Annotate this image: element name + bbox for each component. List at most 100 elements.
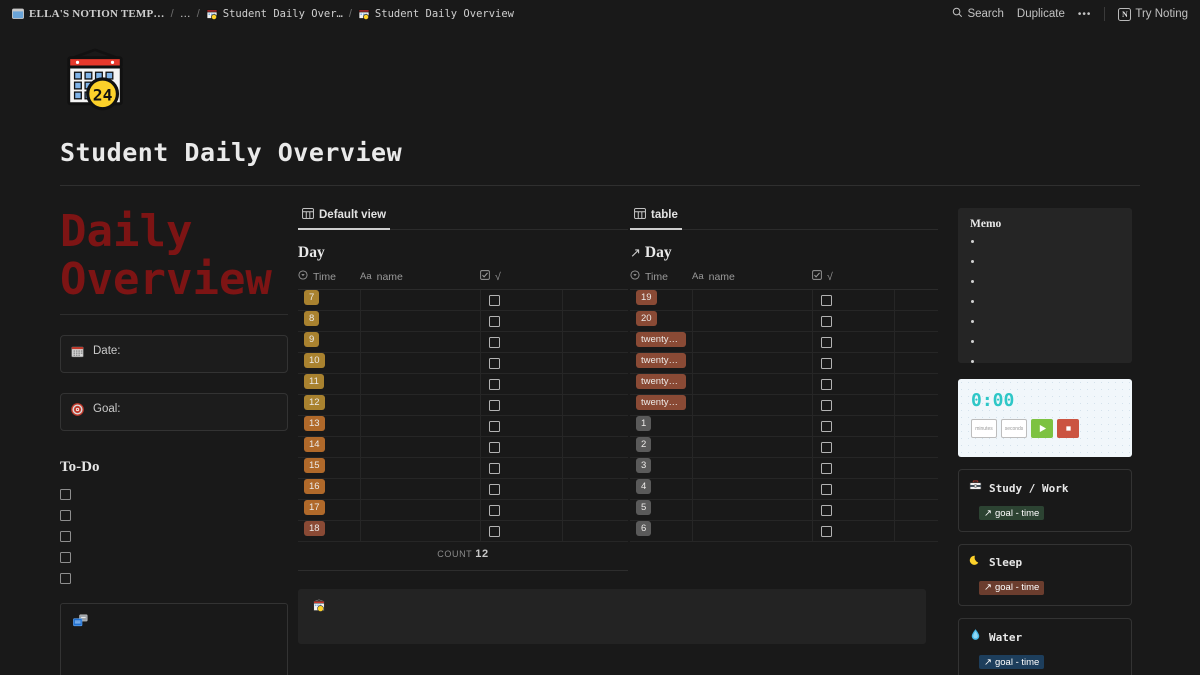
timer-stop-button[interactable] xyxy=(1057,419,1079,438)
cell-name[interactable] xyxy=(692,373,813,395)
cell-time[interactable]: 17 xyxy=(298,499,361,521)
checkbox-icon[interactable] xyxy=(488,420,500,432)
timer-seconds-input[interactable]: seconds xyxy=(1001,419,1027,438)
cell-check[interactable] xyxy=(480,352,563,374)
cell-name[interactable] xyxy=(360,520,481,542)
table-row[interactable]: 10 xyxy=(298,352,628,374)
breadcrumb-item-parent-page[interactable]: Student Daily Over… xyxy=(206,8,343,20)
duplicate-button[interactable]: Duplicate xyxy=(1017,8,1065,20)
cell-time[interactable]: 4 xyxy=(630,478,693,500)
table-row[interactable]: 9 xyxy=(298,331,628,353)
cell-empty[interactable] xyxy=(894,520,938,542)
cell-name[interactable] xyxy=(360,310,481,332)
table-row[interactable]: 13 xyxy=(298,415,628,437)
cell-empty[interactable] xyxy=(894,289,938,311)
table-row[interactable]: 11 xyxy=(298,373,628,395)
column-header-name[interactable]: Aa name xyxy=(692,267,812,290)
memo-bullet[interactable] xyxy=(984,316,1120,336)
table-row[interactable]: 3 xyxy=(630,457,938,479)
checkbox-icon[interactable] xyxy=(820,525,832,537)
column-header-time[interactable]: Time xyxy=(630,267,692,290)
table-row[interactable]: 5 xyxy=(630,499,938,521)
table-row[interactable]: 1 xyxy=(630,415,938,437)
cell-time[interactable]: twenty one xyxy=(630,331,693,353)
cell-time[interactable]: twenty two xyxy=(630,352,693,374)
goal-callout[interactable]: Goal: xyxy=(60,393,288,431)
cell-time[interactable]: 3 xyxy=(630,457,693,479)
cell-empty[interactable] xyxy=(562,499,628,521)
table-row[interactable]: 8 xyxy=(298,310,628,332)
cell-empty[interactable] xyxy=(894,310,938,332)
database-title[interactable]: Day xyxy=(298,244,628,262)
cell-empty[interactable] xyxy=(894,478,938,500)
cell-name[interactable] xyxy=(692,289,813,311)
todo-item[interactable] xyxy=(60,484,288,505)
checkbox-icon[interactable] xyxy=(60,489,71,500)
cell-name[interactable] xyxy=(692,394,813,416)
table-row[interactable]: twenty th… xyxy=(630,373,938,395)
try-noting-button[interactable]: N Try Noting xyxy=(1118,7,1188,21)
cell-check[interactable] xyxy=(812,331,895,353)
checkbox-icon[interactable] xyxy=(820,315,832,327)
row-count[interactable]: COUNT 12 xyxy=(298,548,628,560)
page-title[interactable]: Student Daily Overview xyxy=(60,138,1140,167)
cell-time[interactable]: 20 xyxy=(630,310,693,332)
cell-check[interactable] xyxy=(480,415,563,437)
memo-bullet[interactable] xyxy=(984,236,1120,256)
cell-time[interactable]: 14 xyxy=(298,436,361,458)
cell-check[interactable] xyxy=(812,352,895,374)
column-header-empty[interactable] xyxy=(894,267,938,290)
checkbox-icon[interactable] xyxy=(60,552,71,563)
cell-check[interactable] xyxy=(480,394,563,416)
cell-time[interactable]: 19 xyxy=(630,289,693,311)
checkbox-icon[interactable] xyxy=(820,378,832,390)
table-row[interactable]: 14 xyxy=(298,436,628,458)
goal-card-water[interactable]: Water ↗ goal - time xyxy=(958,618,1132,675)
more-options-button[interactable]: ••• xyxy=(1078,9,1092,20)
table-row[interactable]: 4 xyxy=(630,478,938,500)
memo-bullet[interactable] xyxy=(984,256,1120,276)
table-row[interactable]: twenty one xyxy=(630,331,938,353)
cell-empty[interactable] xyxy=(562,289,628,311)
tab-default-view[interactable]: Default view xyxy=(298,208,391,230)
memo-bullet[interactable] xyxy=(984,276,1120,296)
cell-name[interactable] xyxy=(692,352,813,374)
cell-time[interactable]: 13 xyxy=(298,415,361,437)
cell-check[interactable] xyxy=(480,499,563,521)
cell-empty[interactable] xyxy=(562,373,628,395)
embed-block[interactable] xyxy=(60,603,288,675)
todo-item[interactable] xyxy=(60,568,288,589)
cell-name[interactable] xyxy=(360,499,481,521)
goal-card-tag[interactable]: ↗ goal - time xyxy=(979,506,1045,520)
column-header-name[interactable]: Aa name xyxy=(360,267,480,290)
cell-check[interactable] xyxy=(480,331,563,353)
checkbox-icon[interactable] xyxy=(488,378,500,390)
cell-name[interactable] xyxy=(692,331,813,353)
cell-time[interactable]: 6 xyxy=(630,520,693,542)
cell-name[interactable] xyxy=(360,478,481,500)
memo-block[interactable]: Memo xyxy=(958,208,1132,363)
cell-check[interactable] xyxy=(480,457,563,479)
checkbox-icon[interactable] xyxy=(488,357,500,369)
checkbox-icon[interactable] xyxy=(488,441,500,453)
checkbox-icon[interactable] xyxy=(820,483,832,495)
checkbox-icon[interactable] xyxy=(488,315,500,327)
cell-check[interactable] xyxy=(812,520,895,542)
cell-time[interactable]: 5 xyxy=(630,499,693,521)
checkbox-icon[interactable] xyxy=(820,399,832,411)
cell-time[interactable]: twenty th… xyxy=(630,373,693,395)
cell-name[interactable] xyxy=(692,499,813,521)
cell-name[interactable] xyxy=(360,436,481,458)
cell-empty[interactable] xyxy=(562,352,628,374)
checkbox-icon[interactable] xyxy=(488,294,500,306)
cell-check[interactable] xyxy=(480,310,563,332)
checkbox-icon[interactable] xyxy=(60,510,71,521)
cell-check[interactable] xyxy=(812,499,895,521)
cell-check[interactable] xyxy=(812,478,895,500)
page-icon[interactable]: 24 xyxy=(60,46,130,116)
table-row[interactable]: 7 xyxy=(298,289,628,311)
cell-time[interactable]: 1 xyxy=(630,415,693,437)
todo-item[interactable] xyxy=(60,526,288,547)
cell-check[interactable] xyxy=(480,520,563,542)
timer-minutes-input[interactable]: minutes xyxy=(971,419,997,438)
